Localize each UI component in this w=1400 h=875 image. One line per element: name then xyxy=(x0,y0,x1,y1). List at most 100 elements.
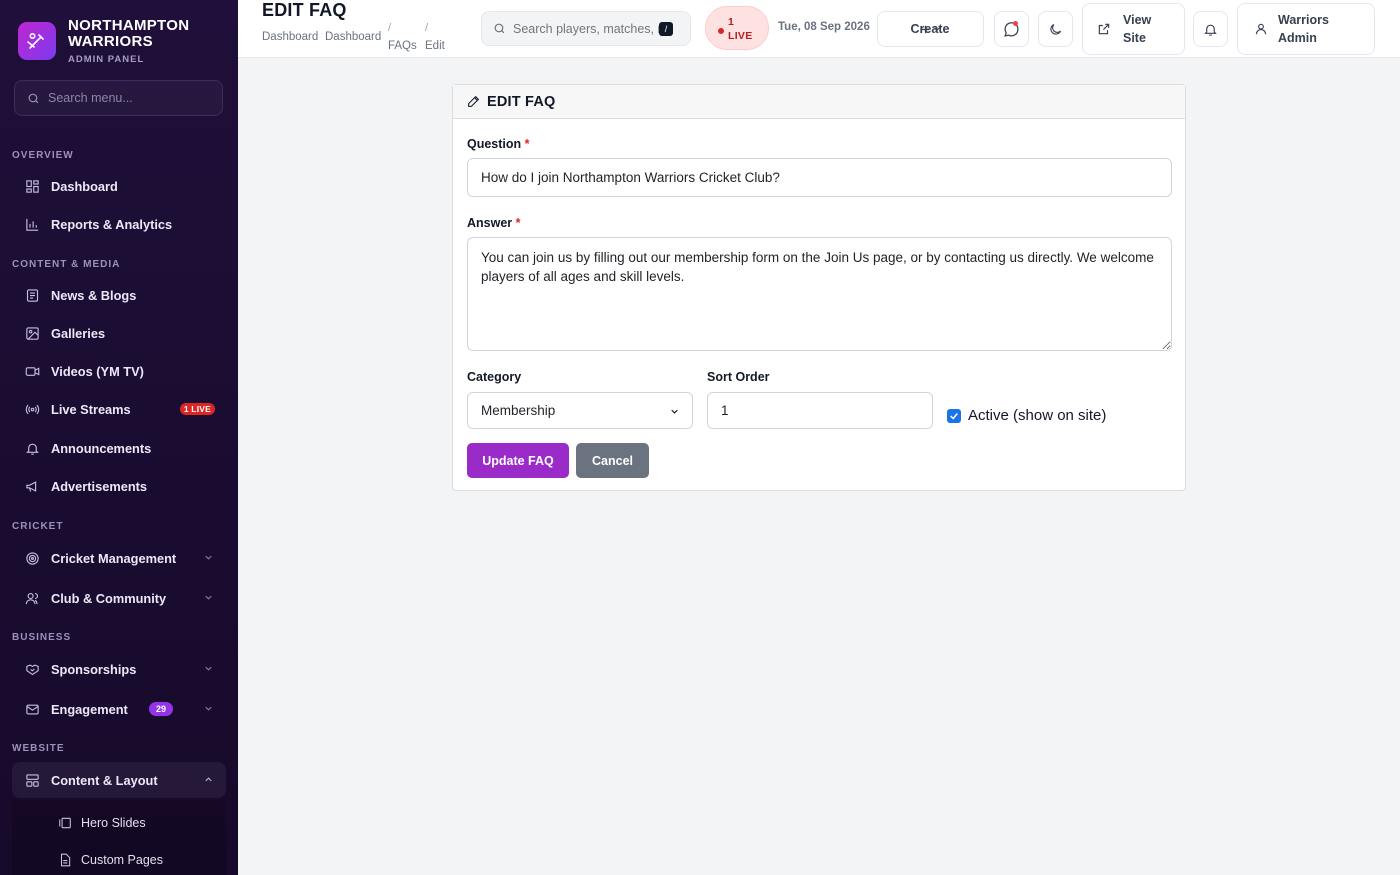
section-label-business: BUSINESS xyxy=(12,632,72,643)
sidebar-item-dashboard[interactable]: Dashboard xyxy=(12,168,226,204)
page-title: EDIT FAQ xyxy=(262,0,347,20)
search-shortcut-key: / xyxy=(659,21,673,36)
live-indicator[interactable]: 1 LIVE xyxy=(705,6,769,50)
sidebar-item-videos[interactable]: Videos (YM TV) xyxy=(12,353,226,389)
topbar: EDIT FAQ Dashboard Dashboard / FAQs / Ed… xyxy=(238,0,1400,58)
engagement-count-badge: 29 xyxy=(148,702,173,716)
section-label-website: WEBSITE xyxy=(12,743,65,754)
sidebar-item-reports[interactable]: Reports & Analytics xyxy=(12,206,226,242)
file-icon xyxy=(58,853,72,867)
sidebar-item-club-community[interactable]: Club & Community xyxy=(12,580,226,616)
menu-search-input[interactable]: Search menu... xyxy=(14,80,223,116)
question-input[interactable] xyxy=(467,158,1172,197)
sidebar-item-label: Club & Community xyxy=(51,590,167,606)
brand[interactable]: NORTHAMPTON WARRIORS ADMIN PANEL xyxy=(18,18,198,65)
brand-name: NORTHAMPTON WARRIORS xyxy=(68,17,190,50)
bell-icon xyxy=(1204,24,1217,36)
sidebar-item-label: Advertisements xyxy=(51,478,148,494)
sidebar-item-label: News & Blogs xyxy=(51,287,137,303)
create-button[interactable]: Create xyxy=(877,11,984,47)
category-select[interactable]: Membership xyxy=(467,392,693,429)
sort-order-label: Sort Order xyxy=(707,370,770,384)
slides-icon xyxy=(58,816,72,830)
sidebar-subitem-custom-pages[interactable]: Custom Pages xyxy=(58,847,163,873)
section-label-overview: OVERVIEW xyxy=(12,150,74,161)
view-site-button[interactable]: View Site xyxy=(1082,3,1185,55)
answer-textarea[interactable]: You can join us by filling out our membe… xyxy=(467,237,1172,351)
club-logo-icon xyxy=(18,22,56,60)
sidebar-item-label: Live Streams xyxy=(51,401,131,417)
chevron-up-icon xyxy=(205,777,212,782)
chevron-down-icon xyxy=(205,706,212,711)
user-name-line1: Warriors xyxy=(1278,13,1329,27)
menu-search-placeholder: Search menu... xyxy=(48,91,133,105)
sidebar-item-label: Videos (YM TV) xyxy=(51,363,144,379)
active-checkbox[interactable] xyxy=(947,408,961,423)
sidebar-subitem-hero-slides[interactable]: Hero Slides xyxy=(58,810,146,836)
answer-label: Answer * xyxy=(467,216,521,230)
breadcrumb-separator: / xyxy=(388,22,392,34)
sidebar-item-galleries[interactable]: Galleries xyxy=(12,315,226,351)
sidebar: NORTHAMPTON WARRIORS ADMIN PANEL Search … xyxy=(0,0,238,875)
sidebar-item-announcements[interactable]: Announcements xyxy=(12,430,226,466)
user-icon xyxy=(1255,23,1267,35)
search-icon xyxy=(494,23,505,34)
global-search-input[interactable] xyxy=(513,21,659,36)
category-value: Membership xyxy=(481,403,556,418)
sidebar-item-advertisements[interactable]: Advertisements xyxy=(12,468,226,504)
brand-subtitle: ADMIN PANEL xyxy=(68,54,145,65)
sidebar-item-live-streams[interactable]: Live Streams 1 LIVE xyxy=(12,391,226,427)
breadcrumb-dashboard[interactable]: Dashboard xyxy=(262,31,318,43)
bar-chart-icon xyxy=(24,216,40,232)
sort-order-input[interactable] xyxy=(707,392,933,429)
user-name-line2: Admin xyxy=(1278,31,1317,45)
newspaper-icon xyxy=(24,287,40,303)
category-label: Category xyxy=(467,370,522,384)
handshake-icon xyxy=(24,661,40,677)
view-site-line2: Site xyxy=(1123,31,1146,45)
sidebar-item-label: Sponsorships xyxy=(51,661,137,677)
active-checkbox-group[interactable]: Active (show on site) xyxy=(947,407,1106,424)
card-title: EDIT FAQ xyxy=(487,93,556,110)
sidebar-item-content-layout[interactable]: Content & Layout xyxy=(12,762,226,798)
live-badge: 1 LIVE xyxy=(179,403,215,415)
bell-icon xyxy=(24,440,40,456)
user-menu-button[interactable]: Warriors Admin xyxy=(1237,3,1375,55)
live-dot-icon xyxy=(718,28,724,34)
global-search[interactable]: / xyxy=(481,11,691,46)
breadcrumb-faqs[interactable]: FAQs xyxy=(388,40,417,52)
dashboard-icon xyxy=(24,178,40,194)
cancel-button[interactable]: Cancel xyxy=(576,443,649,478)
search-icon xyxy=(28,93,39,103)
update-faq-button[interactable]: Update FAQ xyxy=(467,443,569,478)
video-icon xyxy=(24,363,40,379)
sidebar-item-engagement[interactable]: Engagement 29 xyxy=(12,691,226,727)
sidebar-item-label: Cricket Management xyxy=(51,550,177,566)
notifications-button[interactable] xyxy=(1193,11,1228,47)
sidebar-item-label: Reports & Analytics xyxy=(51,216,173,232)
question-label: Question * xyxy=(467,137,530,151)
sidebar-item-sponsorships[interactable]: Sponsorships xyxy=(12,651,226,687)
sidebar-item-cricket-management[interactable]: Cricket Management xyxy=(12,540,226,576)
layout-icon xyxy=(24,772,40,788)
live-count: 1 xyxy=(728,16,734,28)
live-label: LIVE xyxy=(728,30,753,42)
sidebar-item-news[interactable]: News & Blogs xyxy=(12,277,226,313)
active-checkbox-label: Active (show on site) xyxy=(968,407,1107,424)
edit-faq-card: EDIT FAQ Question * Answer * You can joi… xyxy=(452,84,1186,491)
card-header: EDIT FAQ xyxy=(453,85,1185,119)
breadcrumb-edit: Edit xyxy=(425,40,445,52)
section-label-content-media: CONTENT & MEDIA xyxy=(12,259,121,270)
users-icon xyxy=(24,590,40,606)
theme-toggle-button[interactable] xyxy=(1038,11,1073,47)
sidebar-item-label: Dashboard xyxy=(51,178,118,194)
chevron-down-icon xyxy=(205,595,212,600)
checkmark-icon xyxy=(950,412,958,420)
target-icon xyxy=(24,550,40,566)
sidebar-item-label: Galleries xyxy=(51,325,106,341)
chevron-down-icon xyxy=(671,409,678,414)
view-site-line1: View xyxy=(1123,13,1152,27)
messages-button[interactable] xyxy=(994,11,1029,47)
breadcrumb-dashboard-2[interactable]: Dashboard xyxy=(325,31,381,43)
megaphone-icon xyxy=(24,478,40,494)
